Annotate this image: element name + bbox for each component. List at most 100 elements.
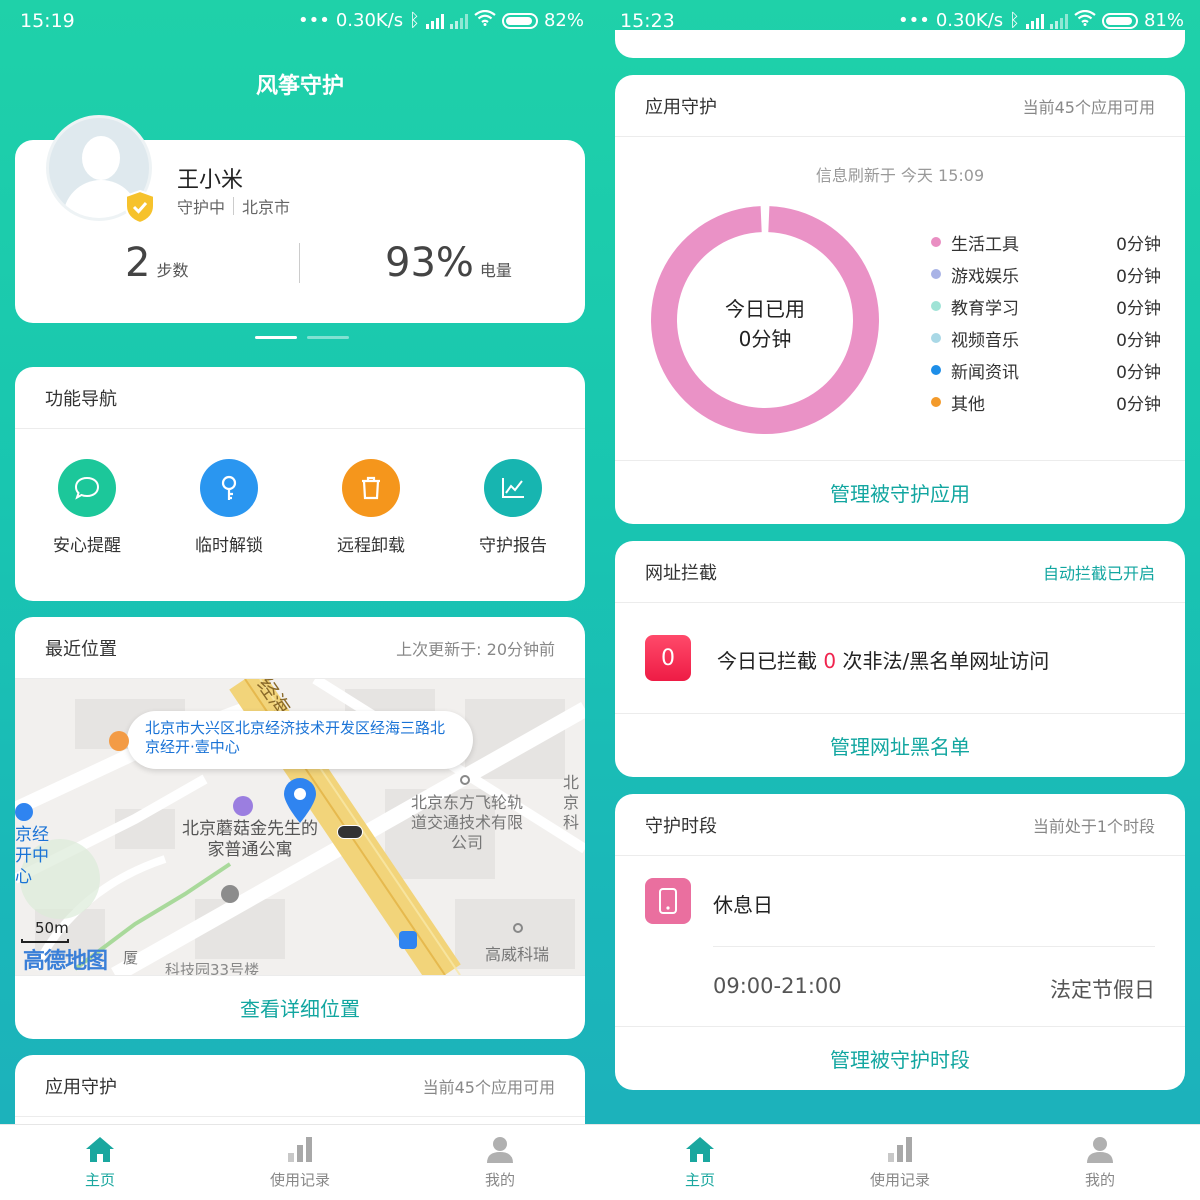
apps-title: 应用守护 xyxy=(645,96,717,118)
poi-home: 北京蘑菇金先生的家普通公寓 xyxy=(182,819,318,860)
blocked-summary: 今日已拦截 0 次非法/黑名单网址访问 xyxy=(717,645,1049,674)
refresh-time: 信息刷新于 今天 15:09 xyxy=(815,166,985,185)
address-bubble[interactable]: 北京市大兴区北京经济技术开发区经海三路北京经开·壹中心 xyxy=(127,711,473,769)
tab-usage[interactable]: 使用记录 xyxy=(200,1125,400,1200)
location-updated: 上次更新于: 20分钟前 xyxy=(396,639,555,659)
steps-value: 2 xyxy=(125,240,151,286)
location-card: 最近位置 上次更新于: 20分钟前 经海 北京市大兴区北京经济技术开发区经海三路… xyxy=(15,617,585,1039)
legend-item: 教育学习 0分钟 xyxy=(931,291,1161,321)
legend-dot xyxy=(931,397,941,407)
legend-name: 视频音乐 xyxy=(951,331,1019,351)
stats-divider xyxy=(299,243,300,283)
hotel-poi-icon xyxy=(233,796,253,816)
carousel-indicator xyxy=(255,336,349,339)
tab-usage[interactable]: 使用记录 xyxy=(800,1125,1000,1200)
user-icon xyxy=(1087,1137,1113,1163)
shield-badge-icon xyxy=(125,190,155,224)
legend-item: 游戏娱乐 0分钟 xyxy=(931,259,1161,289)
tab-home-label: 主页 xyxy=(684,1171,715,1189)
period-divider xyxy=(713,946,1155,947)
bus-stop-icon xyxy=(15,803,33,821)
bar-chart-icon xyxy=(888,1137,912,1162)
poi-rail-marker-icon xyxy=(460,775,470,785)
legend-dot xyxy=(931,269,941,279)
manage-apps-button[interactable]: 管理被守护应用 xyxy=(615,460,1185,524)
nav-uninstall-label: 远程卸载 xyxy=(337,536,405,556)
poi-rail: 北京东方飞轮轨道交通技术有限公司 xyxy=(411,793,524,852)
view-location-button[interactable]: 查看详细位置 xyxy=(15,975,585,1039)
key-icon xyxy=(200,459,258,517)
blocked-text-after: 次非法/黑名单网址访问 xyxy=(842,649,1050,673)
screen-home-top: 15:19 ••• 0.30K/s ᛒ 82% 风筝守护 王小米 守护中 北京市… xyxy=(0,0,600,1200)
blocked-count-inline: 0 xyxy=(823,649,837,673)
legend-item: 新闻资讯 0分钟 xyxy=(931,355,1161,385)
network-speed-right: 0.30K/s xyxy=(935,10,1004,31)
home-icon xyxy=(86,1137,114,1162)
map-brand: 高德地图 xyxy=(23,949,108,974)
more-dots-icon: ••• xyxy=(297,10,330,31)
nav-reminder[interactable]: 安心提醒 xyxy=(22,459,152,556)
signal-icon xyxy=(1025,13,1044,29)
battery-icon xyxy=(1101,12,1138,29)
network-speed: 0.30K/s xyxy=(335,10,404,31)
screen-home-scrolled: 15:23 ••• 0.30K/s ᛒ 81% 应用守护 当前45个应用可用 信… xyxy=(600,0,1200,1200)
wifi-icon xyxy=(1074,9,1096,31)
app-title: 风筝守护 xyxy=(255,74,344,99)
url-block-status: 自动拦截已开启 xyxy=(1042,563,1155,583)
tab-home[interactable]: 主页 xyxy=(0,1125,200,1200)
tab-mine[interactable]: 我的 xyxy=(400,1125,600,1200)
tab-home[interactable]: 主页 xyxy=(600,1125,800,1200)
manage-period-button[interactable]: 管理被守护时段 xyxy=(615,1026,1185,1090)
more-dots-icon: ••• xyxy=(897,10,930,31)
tab-mine-label: 我的 xyxy=(484,1171,515,1189)
tab-mine[interactable]: 我的 xyxy=(1000,1125,1200,1200)
legend-value: 0分钟 xyxy=(1116,331,1161,351)
tab-usage-label: 使用记录 xyxy=(269,1171,330,1189)
poi-xia: 厦 xyxy=(123,949,139,967)
poi-gw-marker-icon xyxy=(513,923,523,933)
period-status: 当前处于1个时段 xyxy=(1032,816,1155,836)
chart-icon xyxy=(484,459,542,517)
user-icon xyxy=(487,1137,513,1163)
nav-reminder-label: 安心提醒 xyxy=(53,536,121,556)
city-label: 北京市 xyxy=(242,198,291,217)
trash-icon xyxy=(342,459,400,517)
signal-icon xyxy=(425,13,444,29)
blocked-count: 0 xyxy=(661,645,675,671)
donut-center-line2: 0分钟 xyxy=(738,327,792,351)
nav-unlock[interactable]: 临时解锁 xyxy=(164,459,294,556)
legend-dot xyxy=(931,365,941,375)
address-text: 北京市大兴区北京经济技术开发区经海三路北京经开·壹中心 xyxy=(145,719,446,756)
signal-2-icon xyxy=(449,13,468,29)
guard-period-card: 守护时段 当前处于1个时段 休息日 09:00-21:00 法定节假日 管理被守… xyxy=(615,794,1185,1090)
legend-name: 教育学习 xyxy=(951,299,1019,319)
signal-2-icon xyxy=(1049,13,1068,29)
nav-report[interactable]: 守护报告 xyxy=(448,459,578,556)
parking-icon xyxy=(221,885,239,903)
legend-item: 生活工具 0分钟 xyxy=(931,227,1161,257)
legend-name: 游戏娱乐 xyxy=(951,267,1019,287)
manage-blacklist-button[interactable]: 管理网址黑名单 xyxy=(615,713,1185,777)
child-name: 王小米 xyxy=(177,168,244,193)
legend-value: 0分钟 xyxy=(1116,267,1161,287)
bluetooth-icon: ᛒ xyxy=(1009,10,1020,31)
battery-percent: 82% xyxy=(543,10,584,31)
poi-edge: 北京科 xyxy=(563,773,580,832)
poi-left: 京经开中心 xyxy=(15,825,49,887)
battery-percent-right: 81% xyxy=(1143,10,1184,31)
legend-value: 0分钟 xyxy=(1116,395,1161,415)
nav-report-label: 守护报告 xyxy=(479,536,547,556)
home-icon xyxy=(686,1137,714,1162)
legend-dot xyxy=(931,237,941,247)
guard-state: 守护中 xyxy=(177,198,226,217)
nav-uninstall[interactable]: 远程卸载 xyxy=(306,459,436,556)
battery-label: 电量 xyxy=(479,261,512,280)
legend-item: 视频音乐 0分钟 xyxy=(931,323,1161,353)
location-map[interactable]: 经海 北京市大兴区北京经济技术开发区经海三路北京经开·壹中心 北京蘑菇金先生的家… xyxy=(15,679,585,975)
legend-value: 0分钟 xyxy=(1116,299,1161,319)
legend-dot xyxy=(931,333,941,343)
restaurant-poi-icon xyxy=(109,731,129,751)
legend-name: 其他 xyxy=(951,395,985,415)
url-block-title: 网址拦截 xyxy=(645,562,717,584)
steps-label: 步数 xyxy=(156,261,189,280)
